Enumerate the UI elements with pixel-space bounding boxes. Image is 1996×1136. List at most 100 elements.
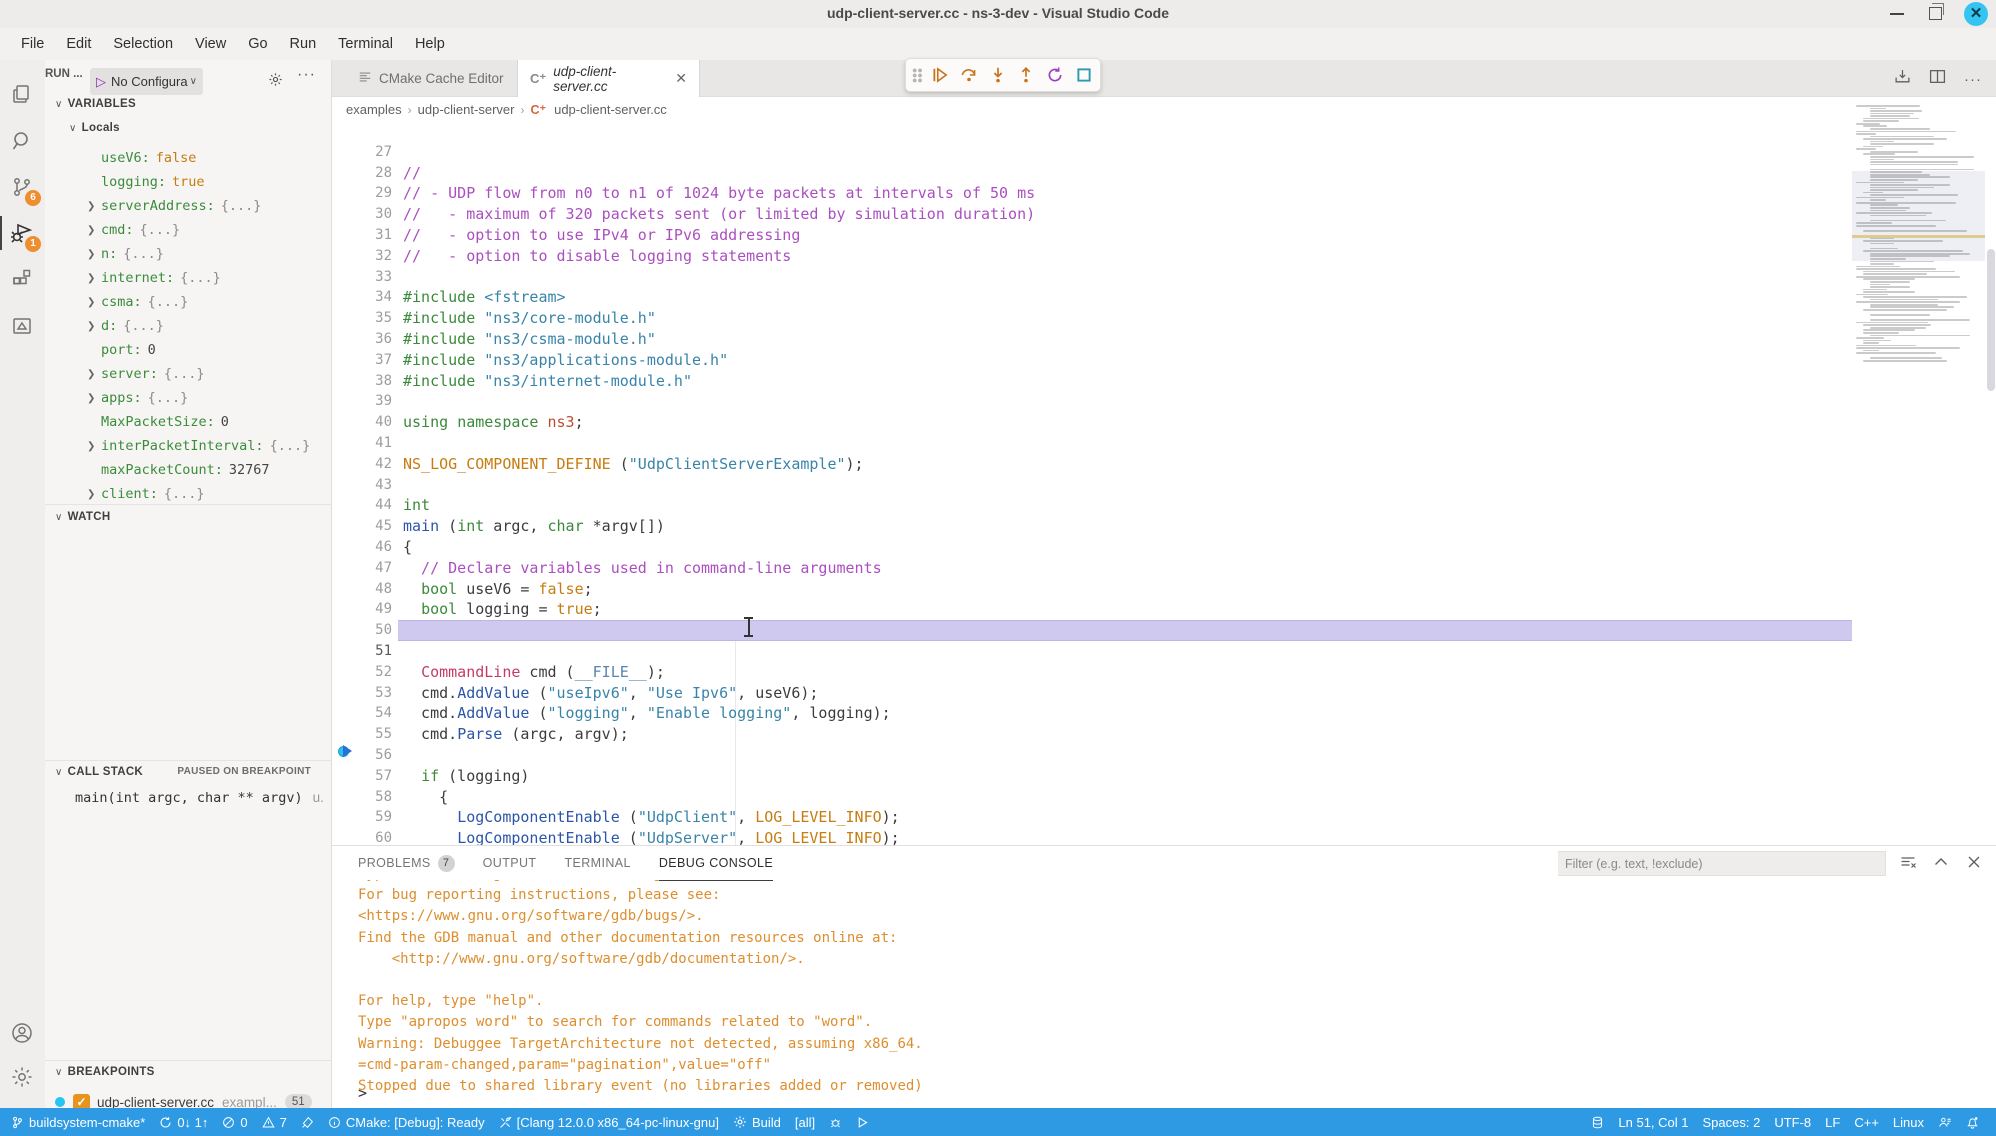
statusbar-cmake-kit[interactable]: [Clang 12.0.0 x86_64-pc-linux-gnu]	[492, 1108, 726, 1136]
tab-cmake-cache-editor[interactable]: CMake Cache Editor	[346, 60, 518, 97]
menu-view[interactable]: View	[186, 33, 235, 55]
code-line-55[interactable]: 55	[332, 703, 1852, 724]
statusbar-errors[interactable]: 0	[215, 1108, 254, 1136]
stop-button[interactable]	[1073, 64, 1094, 86]
restore-icon[interactable]	[1929, 7, 1942, 20]
more-actions-icon[interactable]: ···	[1964, 71, 1982, 88]
activity-explorer[interactable]	[0, 74, 45, 116]
chevron-right-icon[interactable]: ❯	[87, 321, 101, 332]
code-line-54[interactable]: 54 cmd.Parse (argc, argv);	[332, 683, 1852, 704]
call-stack-frame[interactable]: main(int argc, char ** argv)u.	[75, 790, 324, 806]
chevron-right-icon[interactable]: ❯	[87, 393, 101, 404]
minimap-slider[interactable]	[1852, 171, 1985, 260]
chevron-right-icon[interactable]: ❯	[87, 249, 101, 260]
statusbar-feedback[interactable]	[1931, 1108, 1959, 1136]
code-line-45[interactable]: 45 {	[332, 495, 1852, 516]
panel-tab-terminal[interactable]: TERMINAL	[564, 846, 630, 880]
chevron-right-icon[interactable]: ❯	[87, 225, 101, 236]
menu-selection[interactable]: Selection	[104, 33, 182, 55]
minimize-icon[interactable]	[1890, 13, 1904, 15]
code-line-30[interactable]: 30 // - option to use IPv4 or IPv6 addre…	[332, 183, 1852, 204]
scrollbar-thumb[interactable]	[1987, 249, 1995, 391]
code-line-56[interactable]: 56 if (logging)	[332, 724, 1852, 745]
chevron-right-icon[interactable]: ❯	[87, 369, 101, 380]
code-line-33[interactable]: 33 #include <fstream>	[332, 246, 1852, 267]
variable-maxPacketCount[interactable]: maxPacketCount: 32767	[45, 458, 332, 482]
statusbar-notifications[interactable]	[1959, 1108, 1986, 1136]
variable-internet[interactable]: ❯ internet: {...}	[45, 266, 332, 290]
code-line-43[interactable]: 43 int	[332, 454, 1852, 475]
variable-useV6[interactable]: useV6: false	[45, 146, 332, 170]
code-line-27[interactable]: 27 //	[332, 121, 1852, 142]
panel-tab-output[interactable]: OUTPUT	[483, 846, 537, 880]
code-line-42[interactable]: 42	[332, 433, 1852, 454]
variable-client[interactable]: ❯ client: {...}	[45, 482, 332, 506]
code-line-58[interactable]: 58 LogComponentEnable ("UdpClient", LOG_…	[332, 766, 1852, 787]
debug-settings-gear-icon[interactable]	[268, 72, 283, 92]
code-line-46[interactable]: 46 // Declare variables used in command-…	[332, 516, 1852, 537]
call-stack-section-header[interactable]: ∨ CALL STACK PAUSED ON BREAKPOINT	[55, 766, 325, 778]
statusbar-cmake-build[interactable]: Build	[726, 1108, 788, 1136]
code-line-31[interactable]: 31 // - option to disable logging statem…	[332, 204, 1852, 225]
activity-run-debug[interactable]: 1	[0, 212, 45, 254]
start-debug-icon[interactable]: ▷	[96, 74, 106, 90]
statusbar-memory[interactable]	[1584, 1108, 1611, 1136]
variable-n[interactable]: ❯ n: {...}	[45, 242, 332, 266]
panel-tab-debug-console[interactable]: DEBUG CONSOLE	[659, 846, 773, 881]
menu-run[interactable]: Run	[281, 33, 326, 55]
code-line-51[interactable]: 51 CommandLine cmd (__FILE__);	[332, 620, 1852, 641]
variable-MaxPacketSize[interactable]: MaxPacketSize: 0	[45, 410, 332, 434]
menu-file[interactable]: File	[12, 33, 53, 55]
activity-search[interactable]	[0, 120, 45, 162]
statusbar-cmake-target[interactable]: [all]	[788, 1108, 822, 1136]
statusbar-cmake-debug[interactable]	[822, 1108, 849, 1136]
step-into-button[interactable]	[987, 64, 1008, 86]
panel-tab-problems[interactable]: PROBLEMS7	[358, 846, 455, 880]
statusbar-git-branch[interactable]: buildsystem-cmake*	[4, 1108, 152, 1136]
code-line-59[interactable]: 59 LogComponentEnable ("UdpServer", LOG_…	[332, 787, 1852, 808]
code-line-49[interactable]: 49 Address serverAddress;	[332, 579, 1852, 600]
statusbar-cursor-position[interactable]: Ln 51, Col 1	[1611, 1108, 1695, 1136]
activity-extensions[interactable]	[0, 258, 45, 300]
restart-button[interactable]	[1045, 64, 1066, 86]
code-line-28[interactable]: 28 // - UDP flow from n0 to n1 of 1024 b…	[332, 142, 1852, 163]
statusbar-encoding[interactable]: UTF-8	[1767, 1108, 1818, 1136]
breadcrumb-item[interactable]: udp-client-server	[418, 102, 515, 117]
code-line-61[interactable]: 61	[332, 828, 1852, 845]
code-line-37[interactable]: 37 #include "ns3/internet-module.h"	[332, 329, 1852, 350]
code-line-57[interactable]: 57 {	[332, 745, 1852, 766]
debug-console-output[interactable]: Type "show configuration" for configurat…	[332, 873, 1996, 1109]
run-file-icon[interactable]	[1894, 68, 1911, 90]
code-line-50[interactable]: 50	[332, 599, 1852, 620]
menu-edit[interactable]: Edit	[57, 33, 100, 55]
breadcrumb-item[interactable]: udp-client-server.cc	[554, 102, 667, 117]
variables-section-header[interactable]: ∨ VARIABLES	[55, 98, 136, 110]
close-tab-icon[interactable]: ✕	[675, 70, 687, 87]
code-line-60[interactable]: 60 }	[332, 807, 1852, 828]
more-actions-icon[interactable]: ···	[297, 66, 316, 84]
activity-source-control[interactable]: 6	[0, 166, 45, 208]
code-line-47[interactable]: 47 bool useV6 = false;	[332, 537, 1852, 558]
variable-apps[interactable]: ❯ apps: {...}	[45, 386, 332, 410]
statusbar-indentation[interactable]: Spaces: 2	[1696, 1108, 1768, 1136]
code-line-53[interactable]: 53 cmd.AddValue ("logging", "Enable logg…	[332, 662, 1852, 683]
clear-console-icon[interactable]	[1900, 854, 1916, 875]
watch-section-header[interactable]: ∨ WATCH	[55, 511, 110, 523]
statusbar-warnings[interactable]: 7	[255, 1108, 294, 1136]
code-editor[interactable]: 27 // 28 // - UDP flow from n0 to n1 of …	[332, 121, 1852, 845]
breakpoint-entry[interactable]: ✓ udp-client-server.cc exampl... 51	[55, 1090, 312, 1108]
debug-config-dropdown[interactable]: ▷ No Configural ∨	[90, 68, 203, 95]
variable-interPacketInterval[interactable]: ❯ interPacketInterval: {...}	[45, 434, 332, 458]
code-line-41[interactable]: 41 NS_LOG_COMPONENT_DEFINE ("UdpClientSe…	[332, 412, 1852, 433]
variable-d[interactable]: ❯ d: {...}	[45, 314, 332, 338]
menu-help[interactable]: Help	[406, 33, 454, 55]
close-panel-icon[interactable]	[1966, 854, 1982, 875]
step-over-button[interactable]	[959, 64, 980, 86]
statusbar-cmake-status[interactable]: CMake: [Debug]: Ready	[321, 1108, 492, 1136]
breadcrumb-item[interactable]: examples	[346, 102, 402, 117]
chevron-right-icon[interactable]: ❯	[87, 273, 101, 284]
split-editor-icon[interactable]	[1929, 68, 1946, 90]
variable-server[interactable]: ❯ server: {...}	[45, 362, 332, 386]
activity-cmake[interactable]	[0, 305, 45, 347]
maximize-panel-icon[interactable]	[1933, 854, 1949, 875]
